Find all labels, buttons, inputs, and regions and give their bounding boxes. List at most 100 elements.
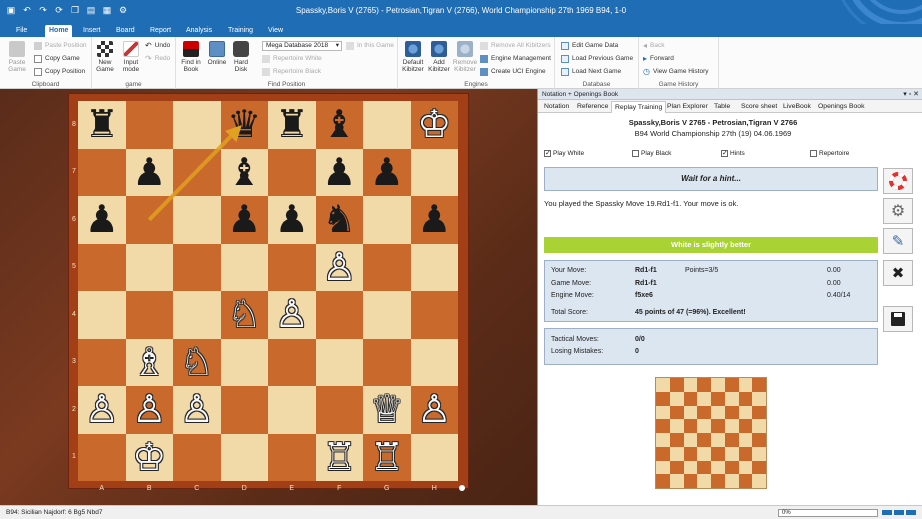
piece-d7[interactable]: ♝: [221, 149, 269, 197]
add-kibitzer-button[interactable]: Add Kibitzer: [426, 41, 452, 73]
copy-game-button[interactable]: Copy Game: [34, 54, 80, 64]
online-button[interactable]: Online: [204, 41, 230, 66]
square-c5[interactable]: [173, 243, 221, 291]
load-previous-game-button[interactable]: Load Previous Game: [561, 54, 633, 64]
piece-g7[interactable]: ♟: [363, 149, 411, 197]
square-h3[interactable]: [410, 338, 458, 386]
piece-f1[interactable]: ♖: [316, 434, 364, 482]
new-game-button[interactable]: New Game: [92, 41, 118, 73]
square-e3[interactable]: [268, 338, 316, 386]
piece-h8[interactable]: ♔: [411, 101, 459, 149]
lifebuoy-button[interactable]: [883, 168, 913, 194]
square-e7[interactable]: [268, 148, 316, 196]
tab-reference[interactable]: Reference: [574, 101, 611, 113]
play-black-checkbox[interactable]: Play Black: [632, 150, 671, 157]
remove-kibitzer-button[interactable]: Remove Kibitzer: [452, 41, 478, 73]
square-f3[interactable]: [315, 338, 363, 386]
square-c7[interactable]: [173, 148, 221, 196]
in-this-game-button[interactable]: In this Game: [346, 41, 394, 51]
default-kibitzer-button[interactable]: Default Kibitzer: [400, 41, 426, 73]
square-a1[interactable]: [78, 433, 126, 481]
tab-training[interactable]: Training: [224, 25, 257, 37]
piece-h2[interactable]: ♙: [411, 386, 459, 434]
repertoire-white-button[interactable]: Repertoire White: [262, 54, 322, 64]
square-c1[interactable]: [173, 433, 221, 481]
square-e5[interactable]: [268, 243, 316, 291]
square-a4[interactable]: [78, 291, 126, 339]
remove-all-kibitzers-button[interactable]: Remove All Kibitzers: [480, 41, 551, 51]
back-button[interactable]: ◂ Back: [643, 41, 664, 51]
chess-board[interactable]: ♜ ♛ ♜ ♝ ♔ ♟ ♝ ♟ ♟ ♟ ♟ ♟ ♞ ♟ ♙ ♘ ♙ ♗ ♘ ♙ ♙ ♙ ♕ ♙ ♔ ♖ ♖: [78, 101, 458, 481]
repertoire-checkbox[interactable]: Repertoire: [810, 150, 849, 157]
square-a3[interactable]: [78, 338, 126, 386]
square-d3[interactable]: [220, 338, 268, 386]
piece-e6[interactable]: ♟: [268, 196, 316, 244]
square-h7[interactable]: [410, 148, 458, 196]
undo-button[interactable]: ↶ Undo: [145, 41, 170, 51]
find-in-book-button[interactable]: Find in Book: [178, 41, 204, 73]
piece-f5[interactable]: ♙: [316, 244, 364, 292]
piece-c2[interactable]: ♙: [173, 386, 221, 434]
square-f4[interactable]: [315, 291, 363, 339]
square-h5[interactable]: [410, 243, 458, 291]
view-game-history-button[interactable]: ◷ View Game History: [643, 67, 709, 77]
square-c8[interactable]: [173, 101, 221, 149]
piece-g1[interactable]: ♖: [363, 434, 411, 482]
database-select[interactable]: Mega Database 2018 ▾: [262, 41, 342, 51]
square-a7[interactable]: [78, 148, 126, 196]
pin-icon[interactable]: ▫: [909, 91, 911, 98]
copy-position-button[interactable]: Copy Position: [34, 67, 85, 77]
square-g5[interactable]: [363, 243, 411, 291]
piece-a2[interactable]: ♙: [78, 386, 126, 434]
square-e1[interactable]: [268, 433, 316, 481]
piece-b2[interactable]: ♙: [126, 386, 174, 434]
engine-management-button[interactable]: Engine Management: [480, 54, 551, 64]
tab-insert[interactable]: Insert: [79, 25, 105, 37]
wait-for-hint-button[interactable]: Wait for a hint...: [544, 167, 878, 191]
square-b8[interactable]: [125, 101, 173, 149]
hard-disk-button[interactable]: Hard Disk: [228, 41, 254, 73]
square-d1[interactable]: [220, 433, 268, 481]
create-uci-engine-button[interactable]: Create UCI Engine: [480, 67, 546, 77]
piece-b1[interactable]: ♔: [126, 434, 174, 482]
tab-home[interactable]: Home: [45, 25, 73, 37]
square-e2[interactable]: [268, 386, 316, 434]
piece-f7[interactable]: ♟: [316, 149, 364, 197]
piece-c3[interactable]: ♘: [173, 339, 221, 387]
tab-score-sheet[interactable]: Score sheet: [738, 101, 780, 113]
piece-a8[interactable]: ♜: [78, 101, 126, 149]
square-g4[interactable]: [363, 291, 411, 339]
paste-game-button[interactable]: Paste Game: [4, 41, 30, 73]
piece-d8[interactable]: ♛: [221, 101, 269, 149]
load-next-game-button[interactable]: Load Next Game: [561, 67, 621, 77]
tab-report[interactable]: Report: [146, 25, 175, 37]
play-white-checkbox[interactable]: ✓ Play White: [544, 150, 584, 157]
piece-d6[interactable]: ♟: [221, 196, 269, 244]
chevron-down-icon[interactable]: ▾: [903, 91, 907, 98]
tab-view[interactable]: View: [264, 25, 287, 37]
tab-board[interactable]: Board: [112, 25, 139, 37]
tools-button[interactable]: ✎: [883, 228, 913, 254]
square-g6[interactable]: [363, 196, 411, 244]
tab-openings-book[interactable]: Openings Book: [815, 101, 867, 113]
piece-b7[interactable]: ♟: [126, 149, 174, 197]
square-h4[interactable]: [410, 291, 458, 339]
repertoire-black-button[interactable]: Repertoire Black: [262, 67, 321, 77]
tab-plan-explorer[interactable]: Plan Explorer: [664, 101, 711, 113]
piece-a6[interactable]: ♟: [78, 196, 126, 244]
tab-table[interactable]: Table: [711, 101, 733, 113]
square-b6[interactable]: [125, 196, 173, 244]
hints-checkbox[interactable]: ✓ Hints: [721, 150, 745, 157]
save-button[interactable]: [883, 306, 913, 332]
redo-button[interactable]: ↷ Redo: [145, 54, 170, 64]
square-b5[interactable]: [125, 243, 173, 291]
forward-button[interactable]: ▸ Forward: [643, 54, 674, 64]
tab-replay-training[interactable]: Replay Training: [611, 101, 667, 113]
square-g8[interactable]: [363, 101, 411, 149]
square-b4[interactable]: [125, 291, 173, 339]
piece-e8[interactable]: ♜: [268, 101, 316, 149]
square-c6[interactable]: [173, 196, 221, 244]
tab-file[interactable]: File: [12, 25, 31, 37]
close-icon[interactable]: ✕: [913, 91, 919, 98]
piece-h6[interactable]: ♟: [411, 196, 459, 244]
